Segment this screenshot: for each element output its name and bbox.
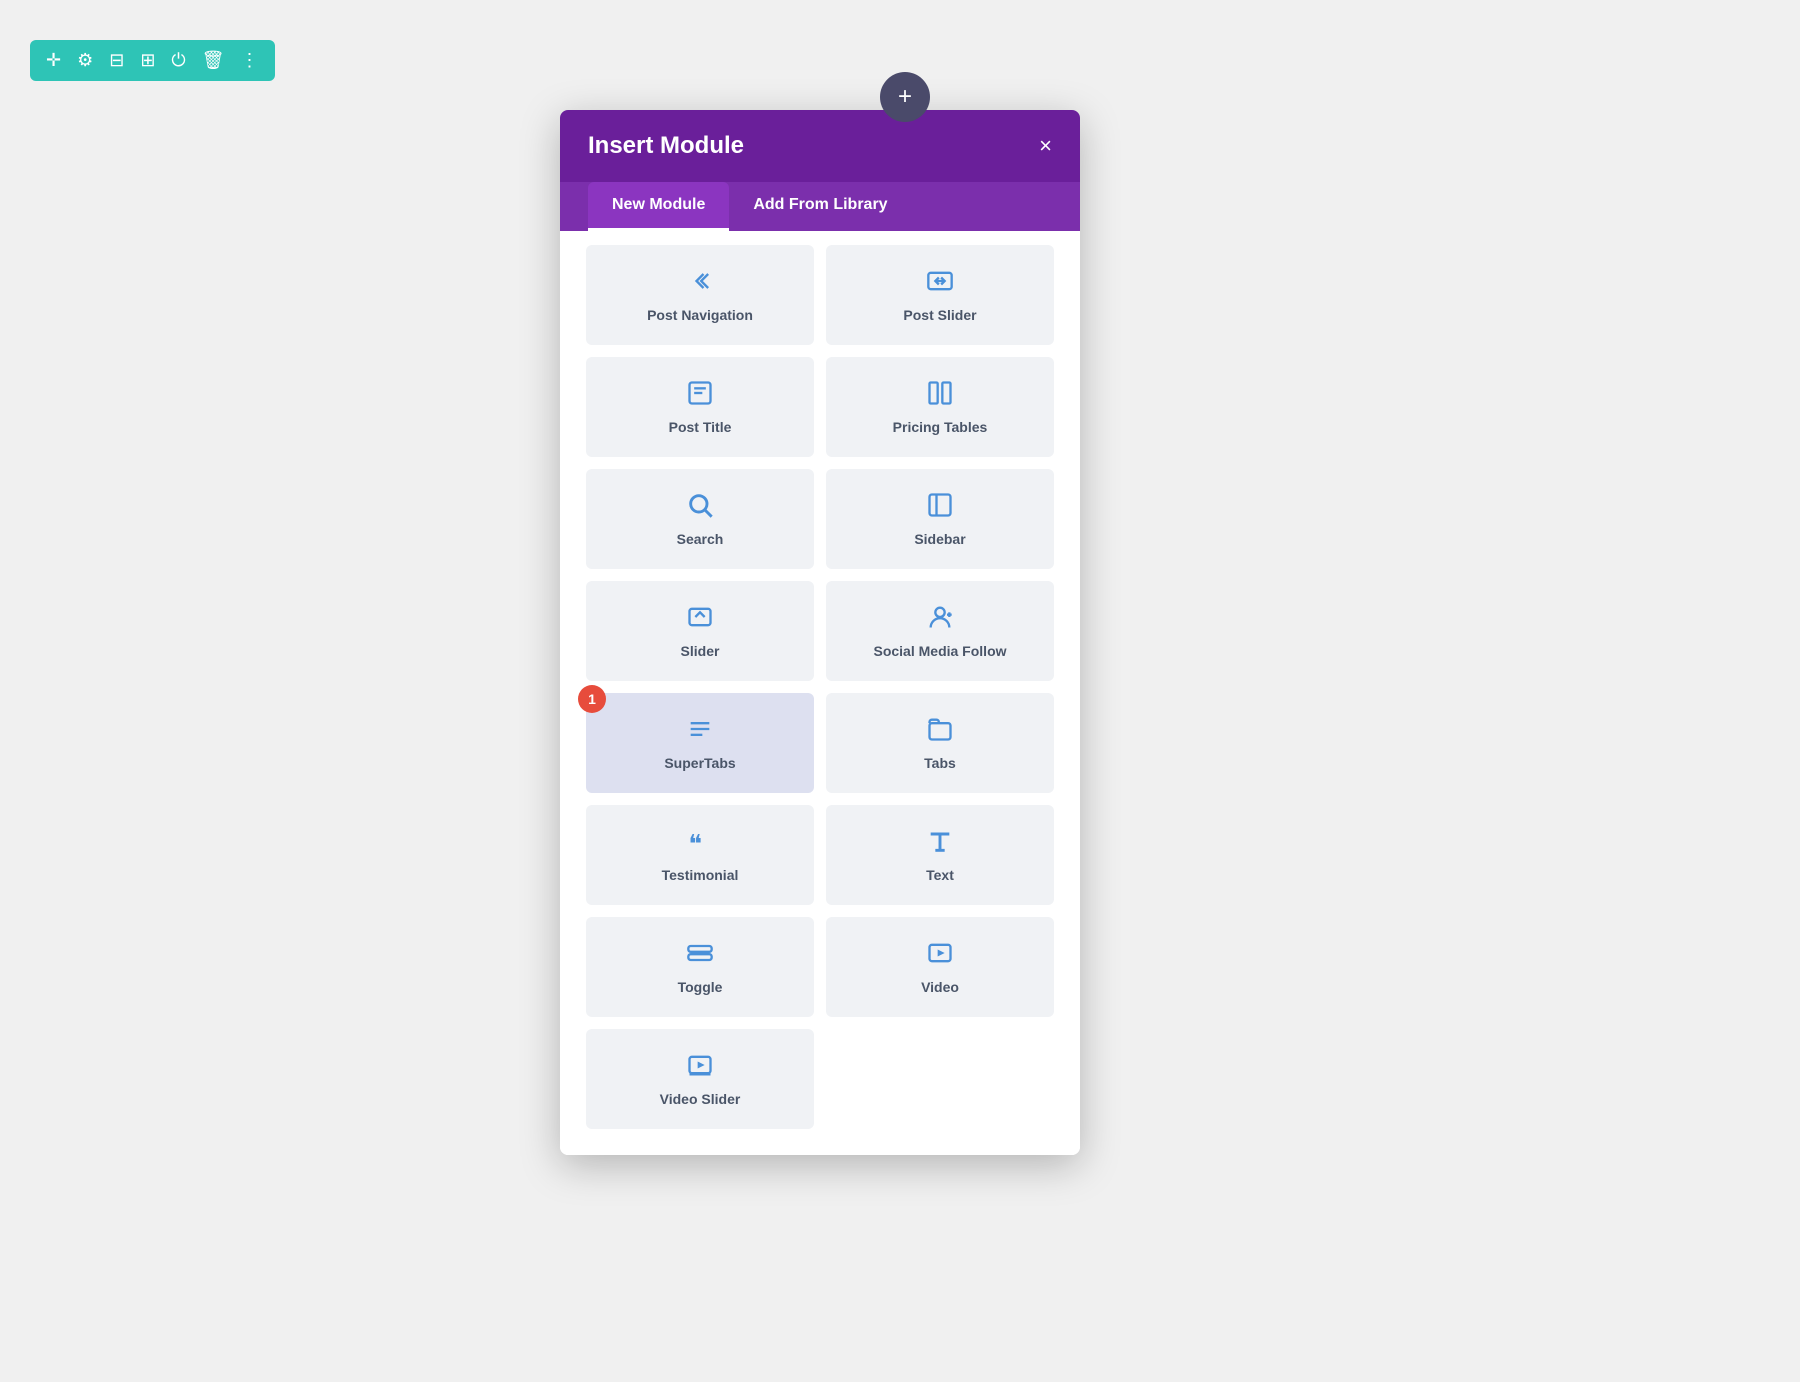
pricing-tables-icon — [926, 379, 954, 411]
module-text[interactable]: Text — [826, 805, 1054, 905]
module-testimonial-label: Testimonial — [662, 867, 739, 883]
module-tabs[interactable]: Tabs — [826, 693, 1054, 793]
module-sidebar-label: Sidebar — [914, 531, 965, 547]
modal-close-button[interactable]: × — [1039, 135, 1052, 157]
video-icon — [926, 939, 954, 971]
social-media-follow-icon — [926, 603, 954, 635]
modal-tabs: New Module Add From Library — [560, 182, 1080, 231]
module-post-slider-label: Post Slider — [903, 307, 976, 323]
module-post-title[interactable]: Post Title — [586, 357, 814, 457]
slider-icon — [686, 603, 714, 635]
module-post-navigation-label: Post Navigation — [647, 307, 753, 323]
search-icon — [686, 491, 714, 523]
module-video[interactable]: Video — [826, 917, 1054, 1017]
more-icon[interactable]: ⋮ — [241, 50, 259, 71]
module-video-slider-label: Video Slider — [660, 1091, 741, 1107]
module-social-media-follow[interactable]: Social Media Follow — [826, 581, 1054, 681]
move-icon[interactable]: ✛ — [46, 50, 61, 71]
post-navigation-icon — [686, 267, 714, 299]
module-tabs-label: Tabs — [924, 755, 956, 771]
layout-icon[interactable]: ⊟ — [109, 50, 124, 71]
svg-text:❝: ❝ — [688, 830, 702, 855]
module-search-label: Search — [677, 531, 724, 547]
settings-icon[interactable]: ⚙ — [77, 50, 93, 71]
post-title-icon — [686, 379, 714, 411]
module-pricing-tables[interactable]: Pricing Tables — [826, 357, 1054, 457]
power-icon[interactable]: ⏻ — [171, 50, 185, 71]
module-slider-label: Slider — [681, 643, 720, 659]
toggle-icon — [686, 939, 714, 971]
module-post-title-label: Post Title — [669, 419, 732, 435]
module-slider[interactable]: Slider — [586, 581, 814, 681]
trash-icon[interactable]: 🗑 — [202, 50, 225, 71]
post-slider-icon — [926, 267, 954, 299]
module-post-slider[interactable]: Post Slider — [826, 245, 1054, 345]
module-testimonial[interactable]: ❝ Testimonial — [586, 805, 814, 905]
columns-icon[interactable]: ⊞ — [140, 50, 155, 71]
tabs-icon — [926, 715, 954, 747]
module-text-label: Text — [926, 867, 954, 883]
text-icon — [926, 827, 954, 859]
modal-header: Insert Module × — [560, 110, 1080, 182]
module-supertabs[interactable]: 1 SuperTabs — [586, 693, 814, 793]
supertabs-icon — [686, 715, 714, 747]
insert-module-modal: Insert Module × New Module Add From Libr… — [560, 110, 1080, 1155]
toolbar: ✛ ⚙ ⊟ ⊞ ⏻ 🗑 ⋮ — [30, 40, 275, 81]
module-search[interactable]: Search — [586, 469, 814, 569]
module-sidebar[interactable]: Sidebar — [826, 469, 1054, 569]
tab-add-from-library[interactable]: Add From Library — [729, 182, 911, 231]
module-social-media-follow-label: Social Media Follow — [873, 643, 1006, 659]
module-post-navigation[interactable]: Post Navigation — [586, 245, 814, 345]
module-toggle-label: Toggle — [678, 979, 723, 995]
sidebar-icon — [926, 491, 954, 523]
module-video-label: Video — [921, 979, 959, 995]
testimonial-icon: ❝ — [686, 827, 714, 859]
modal-title: Insert Module — [588, 132, 744, 160]
module-video-slider[interactable]: Video Slider — [586, 1029, 814, 1129]
module-grid-wrapper: Post Navigation Post Slider Post Title — [560, 231, 1080, 1155]
module-supertabs-label: SuperTabs — [664, 755, 735, 771]
tab-new-module[interactable]: New Module — [588, 182, 729, 231]
module-grid: Post Navigation Post Slider Post Title — [560, 231, 1080, 1155]
supertabs-badge: 1 — [578, 685, 606, 713]
module-toggle[interactable]: Toggle — [586, 917, 814, 1017]
add-module-button[interactable]: + — [880, 72, 930, 122]
video-slider-icon — [686, 1051, 714, 1083]
module-pricing-tables-label: Pricing Tables — [893, 419, 988, 435]
